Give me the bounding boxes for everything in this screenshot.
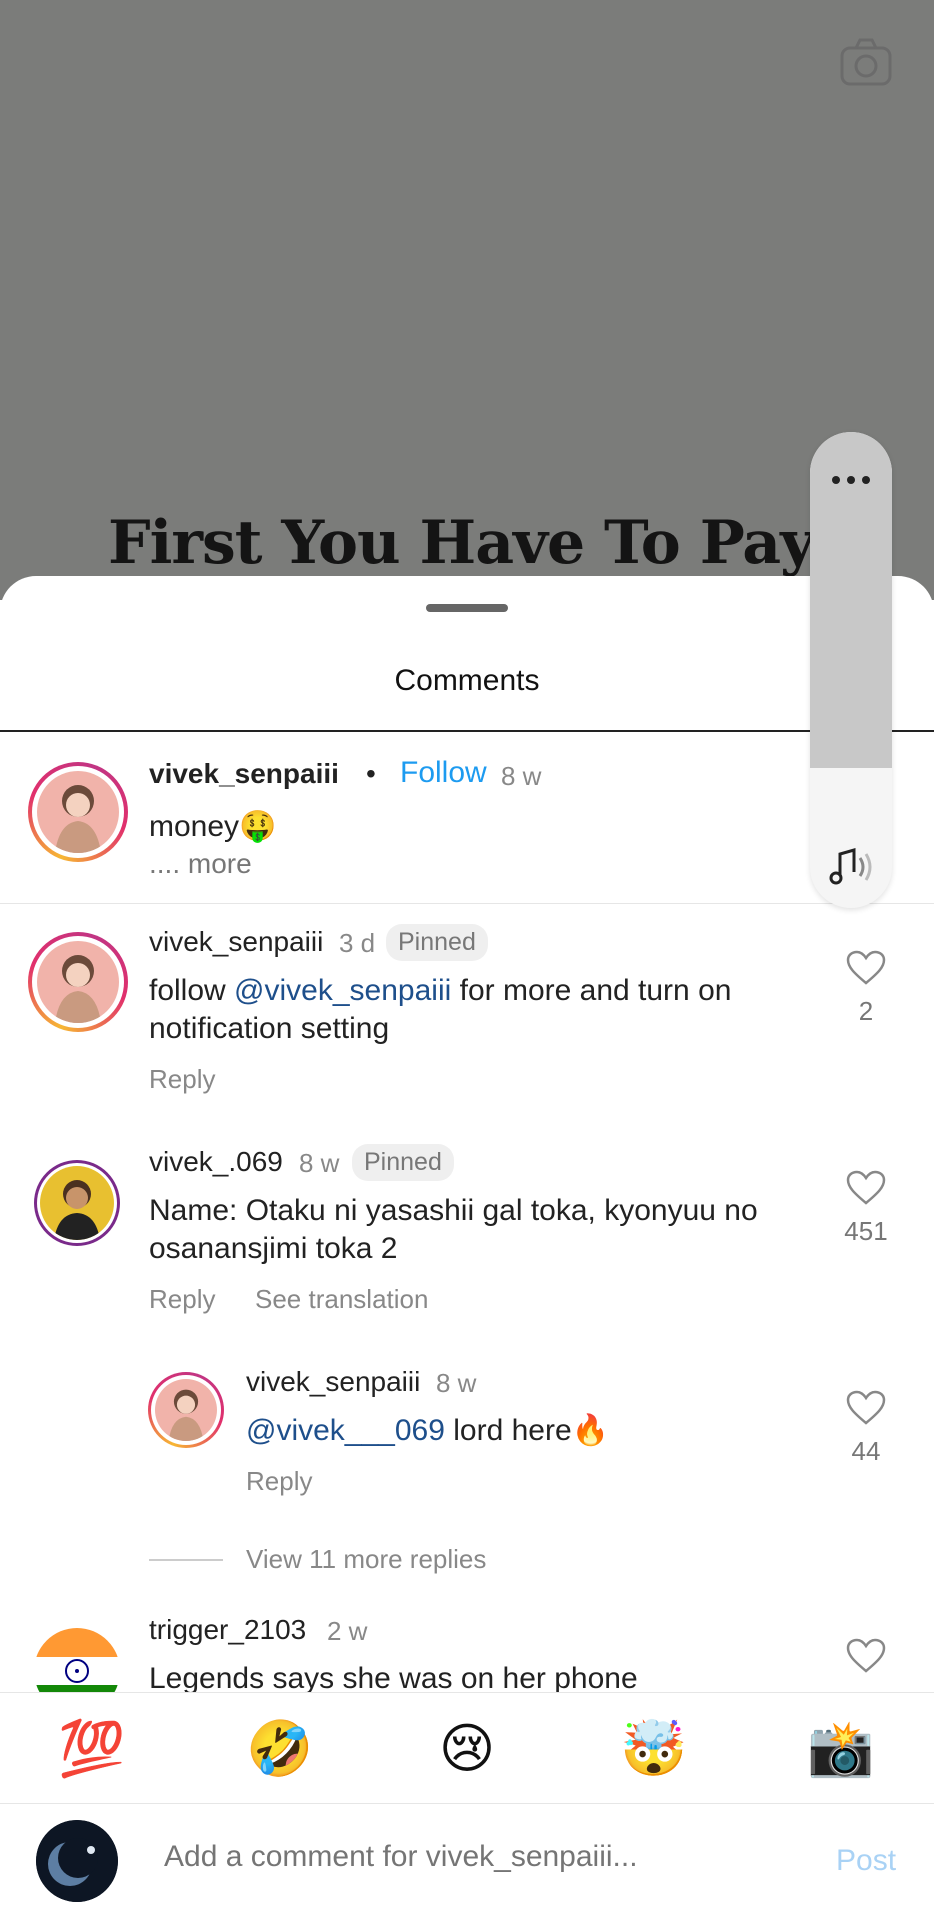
avatar-anime-icon xyxy=(168,1389,204,1441)
reply-username[interactable]: vivek_senpaiii xyxy=(246,1366,420,1398)
reply-button[interactable]: Reply xyxy=(246,1466,312,1497)
post-button[interactable]: Post xyxy=(836,1844,896,1878)
comment-username[interactable]: vivek_senpaiii xyxy=(149,926,323,958)
avatar[interactable] xyxy=(34,1628,120,1692)
more-options-icon[interactable] xyxy=(830,470,872,490)
mention-link[interactable]: @vivek_senpaiii xyxy=(234,974,451,1007)
heart-icon[interactable] xyxy=(846,950,886,986)
comment-time: 8 w xyxy=(299,1148,340,1178)
heart-icon[interactable] xyxy=(846,1170,886,1206)
reply-button[interactable]: Reply xyxy=(149,1064,215,1095)
partial-comment: trigger_2103 2 w Legends says she was on… xyxy=(0,1604,934,1692)
pinned-badge: Pinned xyxy=(386,924,488,961)
heart-icon[interactable] xyxy=(846,1390,886,1426)
pinned-badge: Pinned xyxy=(352,1144,454,1181)
comment-input[interactable] xyxy=(164,1840,684,1874)
avatar-person-icon xyxy=(54,1180,100,1240)
follow-button[interactable]: Follow xyxy=(400,756,487,790)
camera-icon[interactable] xyxy=(838,34,894,90)
video-caption: First You Have To Pay $ xyxy=(108,508,876,578)
heart-icon[interactable] xyxy=(846,1638,886,1674)
avatar[interactable] xyxy=(28,932,128,1032)
comment-text-prefix: follow xyxy=(149,974,235,1007)
avatar[interactable] xyxy=(148,1372,224,1448)
avatar-anime-icon xyxy=(55,955,101,1023)
like-count: 451 xyxy=(844,1216,888,1246)
comment-composer: Post xyxy=(0,1804,934,1920)
more-link[interactable]: .... more xyxy=(149,848,252,880)
view-more-replies-button[interactable]: View 11 more replies xyxy=(246,1544,486,1575)
camera-flash-emoji-button[interactable]: 📸 xyxy=(801,1717,881,1781)
rofl-emoji-button[interactable]: 🤣 xyxy=(240,1717,320,1781)
comment-text: follow @vivek_senpaiii for more and turn… xyxy=(149,972,789,1048)
avatar-anime-icon xyxy=(55,785,101,853)
drag-handle[interactable] xyxy=(426,604,508,612)
reply-text: @vivek___069 lord here🔥 xyxy=(246,1412,806,1450)
music-sound-icon[interactable] xyxy=(826,842,876,892)
hundred-emoji-button[interactable]: 💯 xyxy=(52,1717,132,1781)
mind-blown-emoji-button[interactable]: 🤯 xyxy=(614,1717,694,1781)
comment-username[interactable]: trigger_2103 xyxy=(149,1614,306,1646)
india-flag-icon xyxy=(34,1628,120,1692)
comment-text: Legends says she was on her phone xyxy=(149,1662,638,1692)
like-count: 44 xyxy=(851,1436,881,1466)
video-caption-text: First You Have To Pay xyxy=(108,508,815,578)
comment-time: 2 w xyxy=(327,1616,368,1646)
separator-dot: • xyxy=(366,758,376,789)
avatar[interactable] xyxy=(34,1160,120,1246)
comment-username[interactable]: vivek_.069 xyxy=(149,1146,283,1178)
sheet-title: Comments xyxy=(394,664,540,697)
see-translation-button[interactable]: See translation xyxy=(255,1284,428,1315)
emoji-reaction-bar: 💯 🤣 😢 🤯 📸 xyxy=(0,1692,934,1804)
reply-text-suffix: lord here🔥 xyxy=(444,1414,610,1447)
side-control-panel[interactable] xyxy=(810,432,892,908)
caption-time: 8 w xyxy=(501,761,542,791)
caption-username[interactable]: vivek_senpaiii xyxy=(149,758,339,790)
view-replies-line xyxy=(149,1559,223,1561)
user-avatar[interactable] xyxy=(36,1820,118,1902)
comment-time: 3 d xyxy=(339,928,376,958)
reply-time: 8 w xyxy=(436,1368,477,1398)
crying-emoji-button[interactable]: 😢 xyxy=(427,1717,507,1781)
moon-avatar-icon xyxy=(36,1820,118,1902)
comment-text: Name: Otaku ni yasashii gal toka, kyonyu… xyxy=(149,1194,758,1265)
like-count: 2 xyxy=(858,996,874,1026)
caption-text: money🤑 xyxy=(149,810,277,843)
mention-link[interactable]: @vivek___069 xyxy=(246,1414,445,1447)
avatar[interactable] xyxy=(28,762,128,862)
reply-button[interactable]: Reply xyxy=(149,1284,215,1315)
